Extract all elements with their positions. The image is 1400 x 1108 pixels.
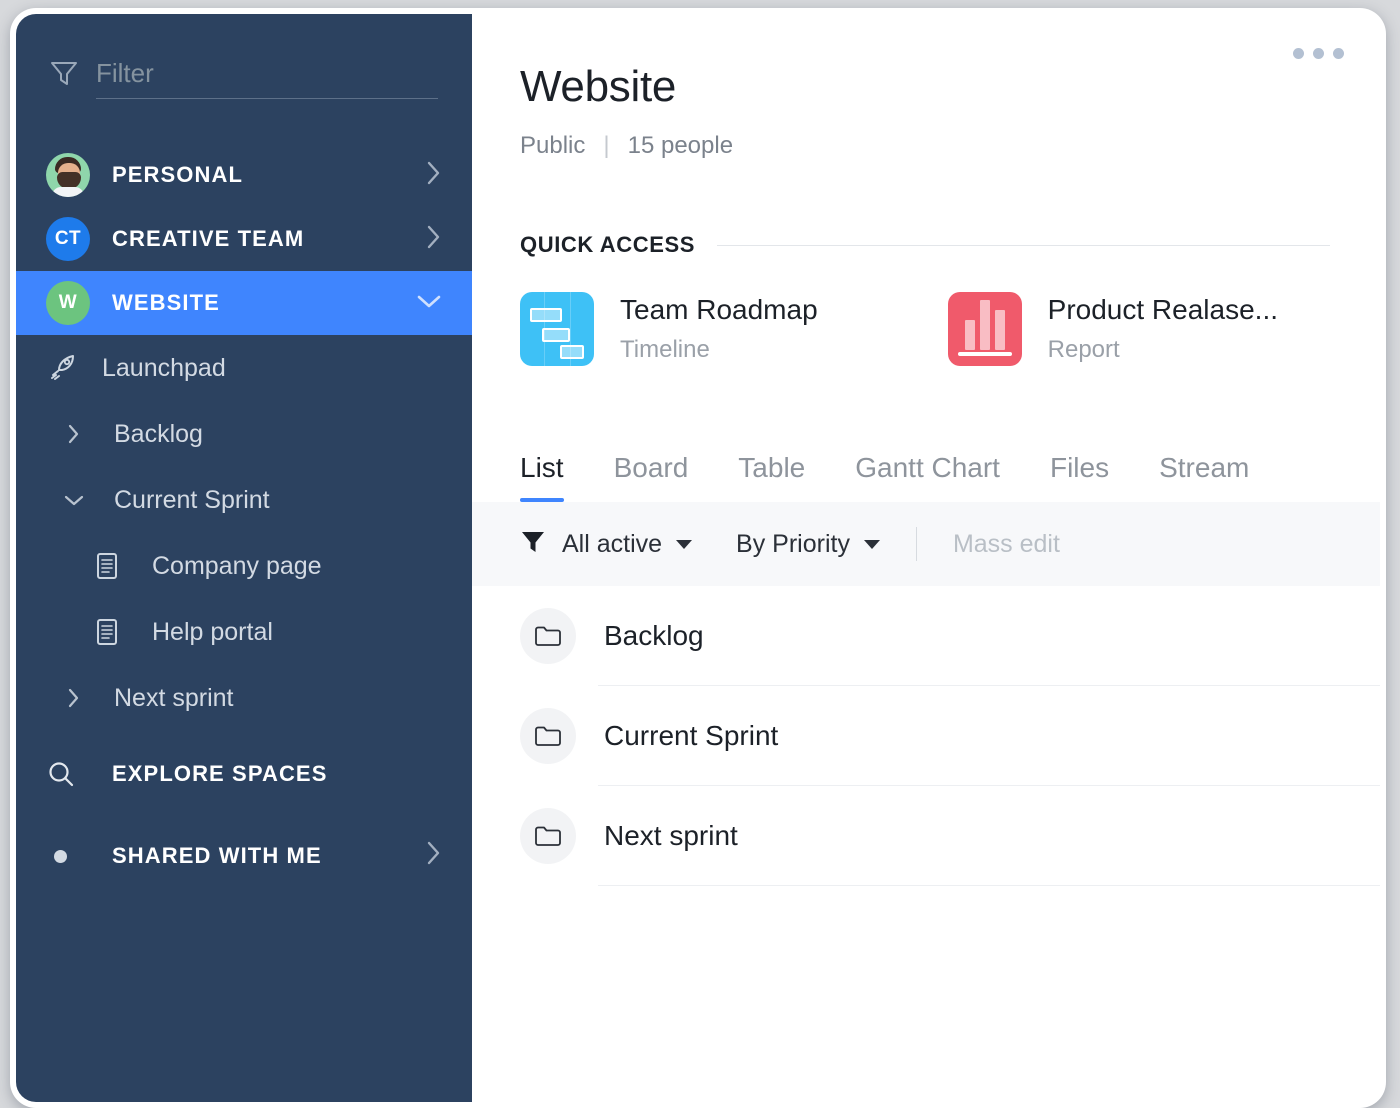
quick-access-header: QUICK ACCESS <box>520 232 1330 258</box>
list-item[interactable]: Next sprint <box>520 786 1380 886</box>
avatar: W <box>46 281 90 325</box>
bar-chart-icon <box>947 292 1022 366</box>
quick-access-title: QUICK ACCESS <box>520 232 696 257</box>
filter-dropdown-label: All active <box>562 529 663 558</box>
funnel-icon <box>50 60 78 99</box>
funnel-filled-icon <box>520 529 546 560</box>
quick-access-type: Timeline <box>620 336 710 363</box>
sidebar-item-label: Company page <box>152 551 322 580</box>
sidebar: PERSONAL CT CREATIVE TEAM W WEBSITE <box>16 14 472 1102</box>
list-item[interactable]: Current Sprint <box>520 686 1380 786</box>
sort-dropdown-label: By Priority <box>736 529 850 558</box>
sidebar-item-help-portal[interactable]: Help portal <box>16 599 472 665</box>
sidebar-item-next-sprint[interactable]: Next sprint <box>16 665 472 731</box>
sidebar-item-label: EXPLORE SPACES <box>112 761 328 786</box>
list-item-label: Next sprint <box>604 820 738 851</box>
document-icon <box>94 551 138 581</box>
folder-icon <box>520 708 576 764</box>
sidebar-item-label: Backlog <box>114 419 203 448</box>
sidebar-item-current-sprint[interactable]: Current Sprint <box>16 467 472 533</box>
chevron-right-icon[interactable] <box>46 423 102 445</box>
chevron-right-icon[interactable] <box>426 224 442 255</box>
dot-icon <box>46 849 90 863</box>
tab-table[interactable]: Table <box>738 452 805 502</box>
timeline-icon <box>520 292 594 366</box>
view-tabs: List Board Table Gantt Chart Files Strea… <box>520 444 1380 502</box>
main-content: Website Public | 15 people QUICK ACCESS <box>472 14 1380 1102</box>
list-toolbar: All active By Priority Mass edit <box>472 502 1380 586</box>
chevron-down-icon <box>676 539 693 549</box>
sidebar-space-label: PERSONAL <box>112 162 244 187</box>
task-list: Backlog Current Sprint Next sprint <box>472 586 1380 886</box>
tab-files[interactable]: Files <box>1050 452 1109 502</box>
sidebar-item-explore-spaces[interactable]: EXPLORE SPACES <box>16 739 472 809</box>
quick-access-card-product-release[interactable]: Product Realase... Report <box>947 292 1278 366</box>
app-window: PERSONAL CT CREATIVE TEAM W WEBSITE <box>10 8 1386 1108</box>
divider <box>717 244 1330 246</box>
sidebar-item-label: Help portal <box>152 617 273 646</box>
document-icon <box>94 617 138 647</box>
folder-icon <box>520 808 576 864</box>
sidebar-space-creative-team[interactable]: CT CREATIVE TEAM <box>16 207 472 271</box>
tab-list[interactable]: List <box>520 452 564 502</box>
sidebar-item-label: Next sprint <box>114 683 234 712</box>
sidebar-item-backlog[interactable]: Backlog <box>16 401 472 467</box>
sidebar-space-label: WEBSITE <box>112 290 220 315</box>
chevron-right-icon[interactable] <box>426 840 442 872</box>
quick-access-name: Team Roadmap <box>620 294 818 325</box>
sidebar-item-label: Current Sprint <box>114 485 270 514</box>
sidebar-item-company-page[interactable]: Company page <box>16 533 472 599</box>
page-header: Website Public | 15 people <box>472 14 1380 160</box>
search-icon <box>46 759 90 789</box>
quick-access-name: Product Realase... <box>1047 294 1278 325</box>
tab-stream[interactable]: Stream <box>1159 452 1249 502</box>
rocket-icon <box>46 353 90 383</box>
avatar <box>46 153 90 197</box>
sidebar-item-launchpad[interactable]: Launchpad <box>16 335 472 401</box>
mass-edit-button[interactable]: Mass edit <box>953 530 1060 559</box>
chevron-right-icon[interactable] <box>46 687 102 709</box>
chevron-down-icon <box>863 539 880 549</box>
list-item[interactable]: Backlog <box>520 586 1380 686</box>
people-count: 15 people <box>627 132 734 159</box>
quick-access-items: Team Roadmap Timeline Product Realase...… <box>520 292 1380 366</box>
sidebar-filter-row <box>16 14 472 99</box>
page-meta: Public | 15 people <box>520 132 1324 160</box>
filter-input-wrapper <box>96 58 438 99</box>
quick-access-type: Report <box>1047 336 1120 363</box>
list-item-label: Backlog <box>604 620 704 651</box>
chevron-right-icon[interactable] <box>426 160 442 191</box>
page-title: Website <box>520 62 677 111</box>
visibility-label: Public <box>520 132 586 159</box>
chevron-down-icon[interactable] <box>46 493 102 507</box>
sort-dropdown[interactable]: By Priority <box>736 530 880 559</box>
search-input[interactable] <box>96 58 438 89</box>
sidebar-space-website[interactable]: W WEBSITE <box>16 271 472 335</box>
sidebar-item-label: Launchpad <box>102 353 226 382</box>
sidebar-item-shared-with-me[interactable]: SHARED WITH ME <box>16 821 472 891</box>
sidebar-space-personal[interactable]: PERSONAL <box>16 143 472 207</box>
tab-gantt-chart[interactable]: Gantt Chart <box>855 452 1000 502</box>
ellipsis-icon[interactable] <box>1283 38 1354 69</box>
chevron-down-icon[interactable] <box>416 293 442 314</box>
divider <box>915 527 917 561</box>
filter-dropdown[interactable]: All active <box>520 529 693 560</box>
avatar: CT <box>46 217 90 261</box>
meta-separator: | <box>603 132 610 159</box>
tab-board[interactable]: Board <box>614 452 689 502</box>
sidebar-item-label: SHARED WITH ME <box>112 843 322 868</box>
quick-access-card-team-roadmap[interactable]: Team Roadmap Timeline <box>520 292 818 366</box>
folder-icon <box>520 608 576 664</box>
list-item-label: Current Sprint <box>604 720 779 751</box>
sidebar-space-label: CREATIVE TEAM <box>112 226 305 251</box>
